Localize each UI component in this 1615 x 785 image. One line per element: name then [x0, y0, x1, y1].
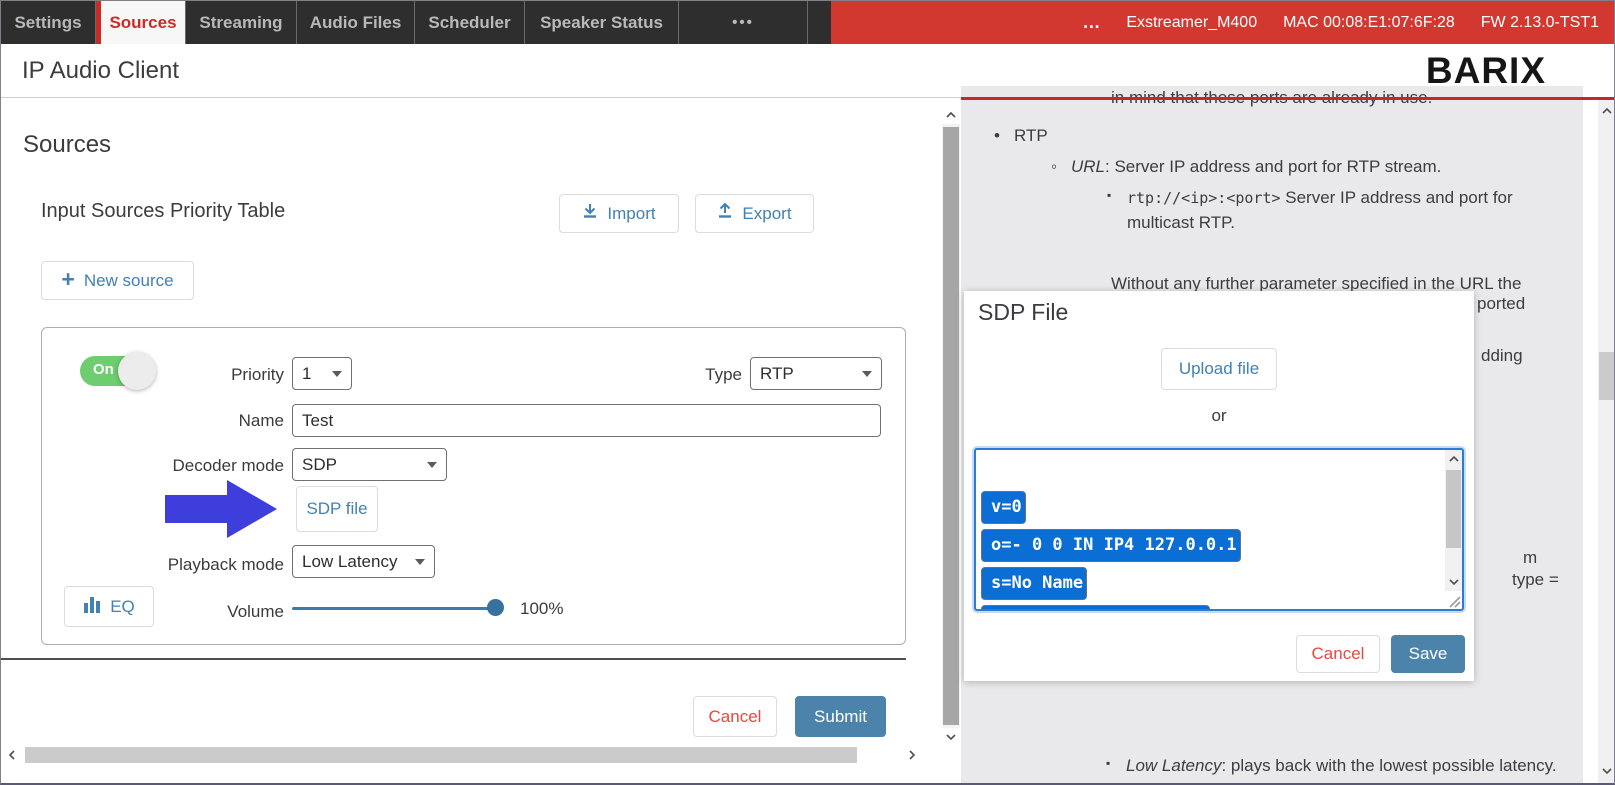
circle-bullet-icon: ◦	[1051, 155, 1071, 180]
scrollbar-thumb[interactable]	[1446, 470, 1461, 548]
volume-slider[interactable]	[292, 598, 504, 618]
tab-settings[interactable]: Settings	[1, 1, 96, 44]
tab-sources[interactable]: Sources	[96, 1, 186, 44]
type-select[interactable]: RTP	[750, 357, 882, 390]
doc-list-item-low-latency: ▪ Low Latency: plays back with the lowes…	[1106, 754, 1561, 785]
name-input[interactable]	[292, 404, 881, 437]
new-source-button[interactable]: + New source	[41, 261, 194, 300]
download-icon	[582, 203, 598, 224]
or-separator-label: or	[964, 406, 1474, 426]
volume-label: Volume	[102, 602, 284, 622]
sources-heading: Sources	[23, 131, 111, 159]
scroll-up-icon[interactable]	[1598, 102, 1615, 120]
help-pane: in mind that these ports are already in …	[961, 97, 1615, 785]
scroll-left-icon[interactable]	[3, 746, 21, 764]
sdp-textarea[interactable]: v=0 o=- 0 0 IN IP4 127.0.0.1 s=No Name c…	[974, 448, 1464, 611]
source-card: On Priority 1 Type RTP Name Decoder mode	[41, 327, 906, 645]
slider-track[interactable]	[292, 607, 492, 610]
right-vertical-scrollbar[interactable]	[1598, 100, 1615, 785]
modal-save-button[interactable]: Save	[1391, 635, 1465, 673]
doc-fragment: m	[1523, 548, 1537, 568]
ellipsis-icon: •••	[732, 14, 754, 31]
left-horizontal-scrollbar[interactable]	[3, 746, 921, 764]
caret-down-icon	[332, 371, 342, 377]
doc-fragment: ported	[1477, 294, 1525, 314]
playback-mode-select[interactable]: Low Latency	[292, 545, 435, 578]
annotation-arrow-icon	[165, 478, 279, 545]
slider-thumb[interactable]	[487, 599, 504, 616]
equalizer-bars-icon	[83, 596, 101, 618]
selected-line: o=- 0 0 IN IP4 127.0.0.1	[981, 529, 1241, 562]
sdp-file-modal: SDP File Upload file or v=0 o=- 0 0 IN I…	[964, 291, 1474, 681]
upload-file-button[interactable]: Upload file	[1161, 348, 1277, 390]
doc-fragment: dding	[1481, 346, 1523, 366]
square-bullet-icon: ▪	[1106, 755, 1110, 772]
tab-speaker-status[interactable]: Speaker Status	[525, 1, 679, 44]
doc-list-item-multicast: ▪ rtp://<ip>:<port> Server IP address an…	[1107, 186, 1559, 235]
submit-button[interactable]: Submit	[795, 696, 886, 737]
selected-line: c=IN IP4 192.168.0.20	[981, 605, 1210, 611]
device-firmware: FW 2.13.0-TST1	[1481, 14, 1599, 32]
doc-fragment: type =	[1512, 570, 1559, 590]
name-label: Name	[102, 411, 284, 431]
sdp-text-content: v=0 o=- 0 0 IN IP4 127.0.0.1 s=No Name c…	[981, 453, 1440, 611]
page-title: IP Audio Client	[22, 57, 179, 85]
nav-filler	[808, 1, 831, 44]
scrollbar-thumb[interactable]	[943, 127, 959, 725]
pane-top-red-divider	[961, 97, 1615, 100]
playback-mode-label: Playback mode	[102, 555, 284, 575]
scrollbar-thumb[interactable]	[1599, 352, 1615, 400]
selected-line: s=No Name	[981, 567, 1087, 600]
plus-icon: +	[61, 268, 74, 291]
priority-select[interactable]: 1	[292, 357, 352, 390]
device-ellipsis-icon[interactable]: …	[1082, 12, 1100, 33]
scroll-down-icon[interactable]	[942, 728, 960, 746]
tab-scheduler[interactable]: Scheduler	[415, 1, 525, 44]
top-navigation: Settings Sources Streaming Audio Files S…	[1, 1, 1614, 44]
export-button[interactable]: Export	[695, 194, 814, 233]
main-area: Sources Input Sources Priority Table Imp…	[1, 97, 1614, 785]
tab-overflow-menu[interactable]: •••	[679, 1, 808, 44]
priority-table-title: Input Sources Priority Table	[41, 200, 285, 223]
square-bullet-icon: ▪	[1107, 187, 1111, 204]
sources-pane: Sources Input Sources Priority Table Imp…	[1, 97, 961, 785]
form-divider	[1, 658, 906, 660]
sdp-file-button[interactable]: SDP file	[296, 486, 378, 532]
decoder-mode-select[interactable]: SDP	[292, 448, 447, 481]
cancel-button[interactable]: Cancel	[693, 696, 777, 737]
scroll-up-icon[interactable]	[942, 106, 960, 124]
doc-list-item-url: ◦URL: Server IP address and port for RTP…	[1051, 155, 1441, 180]
type-label: Type	[632, 365, 742, 385]
modal-title: SDP File	[978, 299, 1068, 326]
app-window: Settings Sources Streaming Audio Files S…	[0, 0, 1615, 785]
resize-grip-icon[interactable]	[1447, 594, 1461, 608]
scrollbar-thumb[interactable]	[25, 747, 857, 763]
scroll-right-icon[interactable]	[903, 746, 921, 764]
decoder-mode-label: Decoder mode	[102, 456, 284, 476]
scroll-down-icon[interactable]	[1445, 574, 1462, 590]
caret-down-icon	[427, 462, 437, 468]
modal-cancel-button[interactable]: Cancel	[1296, 635, 1380, 673]
selected-line: v=0	[981, 491, 1026, 524]
textarea-scrollbar[interactable]	[1445, 450, 1462, 591]
device-mac: MAC 00:08:E1:07:6F:28	[1283, 14, 1455, 32]
tab-streaming[interactable]: Streaming	[186, 1, 297, 44]
left-vertical-scrollbar[interactable]	[942, 106, 960, 746]
disc-bullet-icon: •	[994, 124, 1014, 149]
caret-down-icon	[862, 371, 872, 377]
scroll-up-icon[interactable]	[1445, 451, 1462, 467]
tab-audio-files[interactable]: Audio Files	[297, 1, 415, 44]
volume-value: 100%	[520, 599, 563, 619]
scroll-down-icon[interactable]	[1598, 762, 1615, 780]
caret-down-icon	[415, 559, 425, 565]
upload-icon	[717, 203, 733, 224]
device-name: Exstreamer_M400	[1126, 14, 1257, 32]
import-button[interactable]: Import	[559, 194, 679, 233]
doc-list-item-rtp: •RTP	[994, 124, 1048, 149]
device-info-bar: … Exstreamer_M400 MAC 00:08:E1:07:6F:28 …	[831, 1, 1614, 44]
priority-label: Priority	[102, 365, 284, 385]
